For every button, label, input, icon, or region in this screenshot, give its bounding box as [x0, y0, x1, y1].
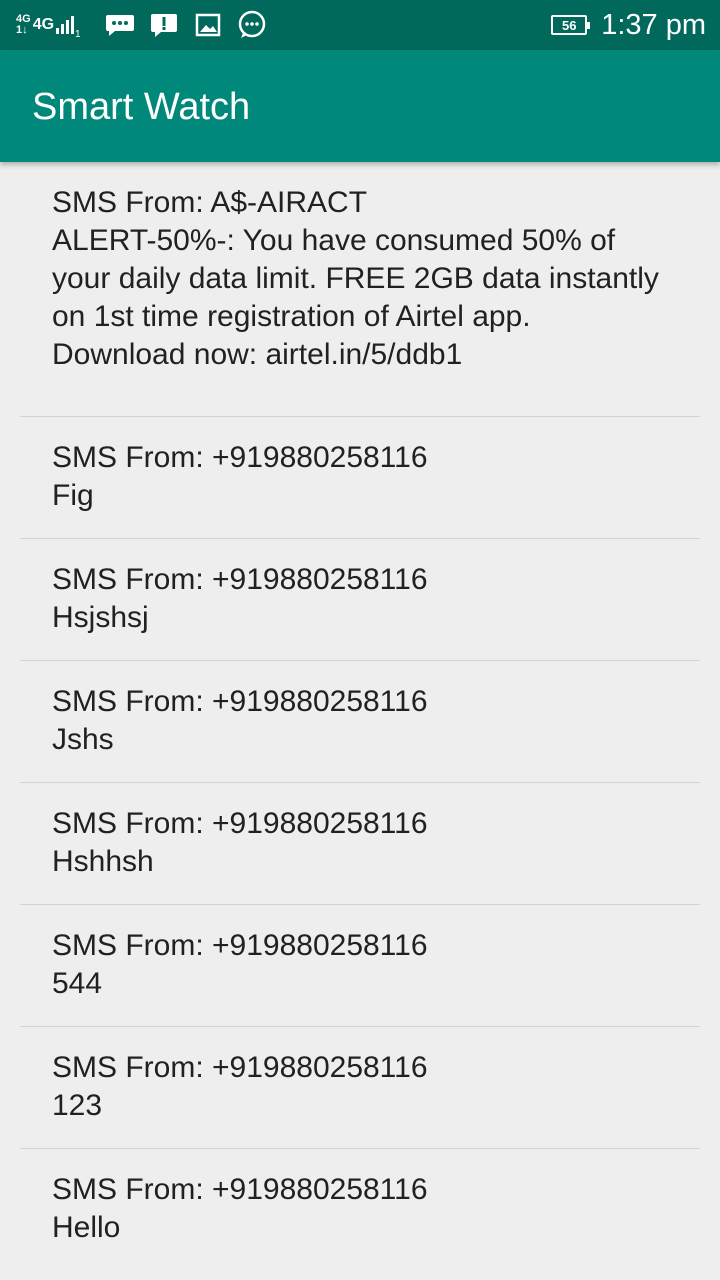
sim-index: 1: [75, 29, 81, 40]
list-item[interactable]: SMS From: +919880258116 Hsjshsj: [20, 539, 700, 661]
data-activity: 1↓: [16, 24, 28, 36]
sms-sender: SMS From: +919880258116: [52, 929, 428, 962]
list-item[interactable]: SMS From: +919880258116 123: [20, 1027, 700, 1149]
sms-body: ALERT-50%-: You have consumed 50% of you…: [52, 224, 668, 371]
sms-body: 544: [52, 967, 103, 1000]
sms-sender: SMS From: +919880258116: [52, 563, 428, 596]
signal-icon: [56, 16, 75, 34]
more-chat-icon: [236, 10, 268, 39]
sms-sender: SMS From: +919880258116: [52, 807, 428, 840]
app-title: Smart Watch: [32, 86, 251, 128]
network-type: 4G: [32, 16, 55, 33]
sms-body: Hshhsh: [52, 845, 154, 878]
sms-sender: SMS From: +919880258116: [52, 1173, 428, 1206]
sms-body: 123: [52, 1089, 103, 1122]
status-left: 4G 1↓ 4G 1: [16, 0, 268, 50]
list-item[interactable]: SMS From: +919880258116 Jshs: [20, 661, 700, 783]
chat-bubble-icon: [104, 11, 136, 39]
sms-body: Jshs: [52, 723, 114, 756]
message-alert-icon: [148, 11, 180, 39]
sms-body: Fig: [52, 479, 94, 512]
list-item[interactable]: SMS From: +919880258116 Hshhsh: [20, 783, 700, 905]
network-indicator: 4G 1↓ 4G 1: [16, 10, 92, 41]
network-small-label: 4G 1↓: [16, 14, 31, 36]
image-icon: [192, 11, 224, 39]
sms-body: Hello: [52, 1211, 121, 1244]
status-bar: 4G 1↓ 4G 1 56 1:37 pm: [0, 0, 720, 50]
status-right: 56 1:37 pm: [551, 0, 706, 50]
list-item[interactable]: SMS From: +919880258116 Fig: [20, 417, 700, 539]
list-item[interactable]: SMS From: A$-AIRACT ALERT-50%-: You have…: [20, 162, 700, 417]
sms-list[interactable]: SMS From: A$-AIRACT ALERT-50%-: You have…: [20, 162, 700, 1271]
sms-sender: SMS From: +919880258116: [52, 1051, 428, 1084]
sms-sender: SMS From: +919880258116: [52, 685, 428, 718]
app-bar: Smart Watch: [0, 50, 720, 162]
list-item[interactable]: SMS From: +919880258116 Hello: [20, 1149, 700, 1271]
sms-sender: SMS From: +919880258116: [52, 441, 428, 474]
sms-body: Hsjshsj: [52, 601, 149, 634]
status-time: 1:37 pm: [601, 8, 706, 41]
list-item[interactable]: SMS From: +919880258116 544: [20, 905, 700, 1027]
battery-level: 56: [561, 17, 577, 33]
sms-sender: SMS From: A$-AIRACT: [52, 186, 368, 219]
battery-icon: 56: [551, 15, 591, 35]
